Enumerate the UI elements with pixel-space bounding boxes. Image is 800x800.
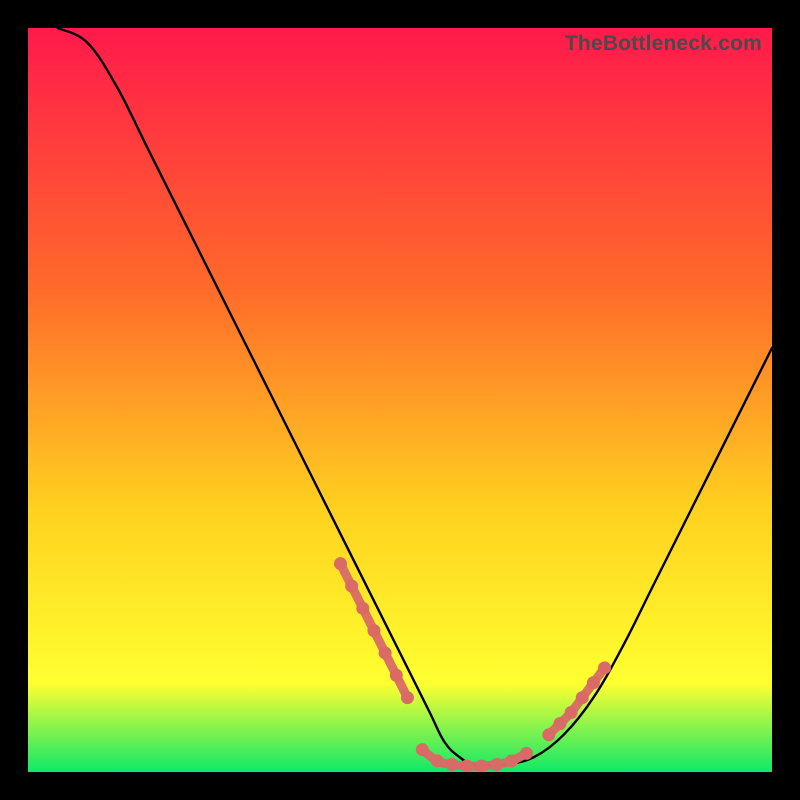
marker-cluster-left-point (367, 624, 380, 637)
chart-frame: TheBottleneck.com (28, 28, 772, 772)
marker-cluster-bottom-point (520, 747, 533, 760)
marker-cluster-left-point (379, 646, 392, 659)
marker-cluster-bottom-point (475, 760, 488, 772)
marker-cluster-left-point (390, 669, 403, 682)
marker-cluster-left-point (345, 580, 358, 593)
marker-cluster-left-point (356, 602, 369, 615)
marker-cluster-right-point (576, 691, 589, 704)
chart-background (28, 28, 772, 772)
marker-cluster-left-point (334, 557, 347, 570)
marker-cluster-bottom-point (460, 760, 473, 772)
marker-cluster-bottom-point (490, 758, 503, 771)
marker-cluster-left-point (401, 691, 414, 704)
marker-cluster-right-point (587, 676, 600, 689)
marker-cluster-right-point (565, 706, 578, 719)
watermark-text: TheBottleneck.com (565, 32, 762, 56)
marker-cluster-bottom-point (431, 754, 444, 767)
marker-cluster-right-point (553, 717, 566, 730)
bottleneck-chart (28, 28, 772, 772)
marker-cluster-bottom-point (505, 754, 518, 767)
marker-cluster-right-point (598, 661, 611, 674)
marker-cluster-right-point (542, 728, 555, 741)
marker-cluster-bottom-point (446, 758, 459, 771)
marker-cluster-bottom-point (416, 743, 429, 756)
